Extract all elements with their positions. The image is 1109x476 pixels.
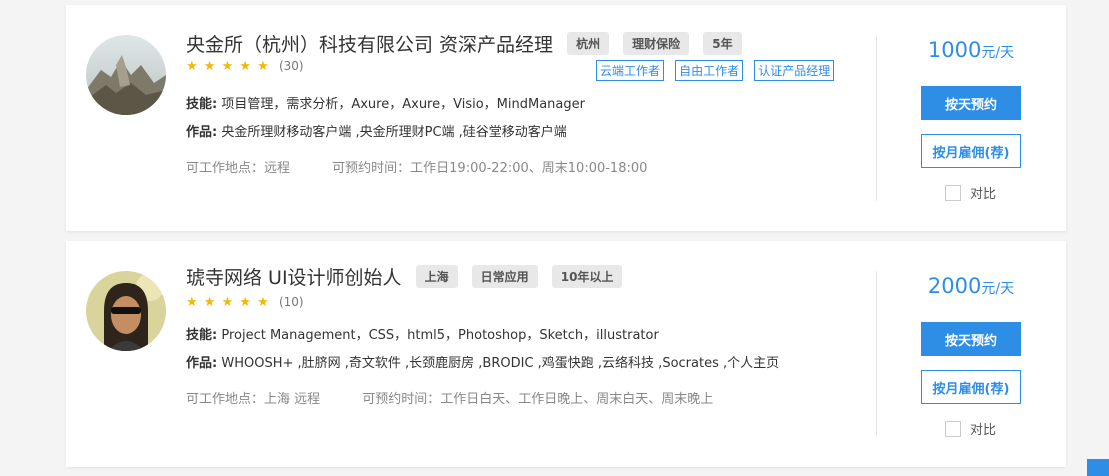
rating-stars-icon: ★ ★ ★ ★ ★ [186, 295, 270, 310]
works-label: 作品: [186, 356, 218, 371]
checkbox-icon[interactable] [945, 184, 961, 201]
work-location: 可工作地点：上海 远程 [186, 392, 321, 407]
industry-tag: 理财保险 [623, 32, 690, 55]
skills-text: Project Management，CSS，html5，Photoshop，S… [221, 328, 659, 343]
price: 2000元/天 [921, 274, 1021, 298]
divider [876, 35, 877, 201]
works-text: WHOOSH+ ,肚脐网 ,奇文软件 ,长颈鹿厨房 ,BRODIC ,鸡蛋快跑 … [221, 356, 780, 371]
book-by-day-button[interactable]: 按天预约 [921, 322, 1021, 356]
compare-label[interactable]: 对比 [970, 419, 996, 438]
avatar[interactable] [86, 35, 166, 115]
rating-count: (10) [278, 295, 304, 309]
works-line: 作品: 央金所理财移动客户端 ,央金所理财PC端 ,硅谷堂移动客户端 [186, 121, 567, 140]
freelancer-title-text[interactable]: 央金所（杭州）科技有限公司 资深产品经理 [186, 34, 553, 56]
price-value: 1000 [927, 38, 982, 62]
compare-checkbox[interactable]: 对比 [945, 419, 996, 438]
available-time: 可预约时间：工作日白天、工作日晚上、周末白天、周末晚上 [362, 392, 714, 407]
divider [876, 271, 877, 437]
freelancer-title[interactable]: 央金所（杭州）科技有限公司 资深产品经理 杭州 理财保险 5年 [186, 30, 742, 57]
hire-by-month-button[interactable]: 按月雇佣(荐) [921, 370, 1021, 404]
badge-cloud-worker: 云端工作者 [596, 60, 665, 81]
hire-by-month-button[interactable]: 按月雇佣(荐) [921, 134, 1021, 168]
price-unit: 元/天 [981, 281, 1015, 297]
works-label: 作品: [186, 125, 218, 140]
price: 1000元/天 [921, 38, 1021, 62]
skills-label: 技能: [186, 97, 218, 112]
badge-certified-pm: 认证产品经理 [754, 60, 835, 81]
price-unit: 元/天 [981, 45, 1015, 61]
skills-line: 技能: 项目管理，需求分析，Axure，Axure，Visio，MindMana… [186, 93, 585, 112]
work-location: 可工作地点：远程 [186, 161, 291, 176]
skills-label: 技能: [186, 328, 218, 343]
industry-tag: 日常应用 [471, 265, 538, 288]
rating: ★ ★ ★ ★ ★ (30) [186, 59, 304, 74]
skills-line: 技能: Project Management，CSS，html5，Photosh… [186, 324, 659, 343]
checkbox-icon[interactable] [945, 420, 961, 437]
book-by-day-button[interactable]: 按天预约 [921, 86, 1021, 120]
experience-tag: 10年以上 [551, 265, 623, 288]
meta-line: 可工作地点：远程 可预约时间：工作日19:00-22:00、周末10:00-18… [186, 157, 647, 176]
rating-count: (30) [278, 59, 304, 73]
works-text: 央金所理财移动客户端 ,央金所理财PC端 ,硅谷堂移动客户端 [221, 125, 567, 140]
compare-label[interactable]: 对比 [970, 183, 996, 202]
freelancer-title-text[interactable]: 琥寺网络 UI设计师创始人 [186, 267, 402, 289]
skills-text: 项目管理，需求分析，Axure，Axure，Visio，MindManager [221, 97, 585, 112]
rating: ★ ★ ★ ★ ★ (10) [186, 295, 304, 310]
city-tag: 杭州 [567, 32, 610, 55]
freelancer-title[interactable]: 琥寺网络 UI设计师创始人 上海 日常应用 10年以上 [186, 263, 623, 290]
scroll-to-top-button[interactable] [1087, 459, 1109, 476]
compare-checkbox[interactable]: 对比 [945, 183, 996, 202]
price-value: 2000 [927, 274, 982, 298]
rating-stars-icon: ★ ★ ★ ★ ★ [186, 59, 270, 74]
badge-freelancer: 自由工作者 [675, 60, 744, 81]
freelancer-card: 琥寺网络 UI设计师创始人 上海 日常应用 10年以上 ★ ★ ★ ★ ★ (1… [66, 241, 1066, 467]
avatar[interactable] [86, 271, 166, 351]
badge-list: 云端工作者 自由工作者 认证产品经理 [596, 60, 840, 81]
city-tag: 上海 [415, 265, 458, 288]
experience-tag: 5年 [703, 32, 742, 55]
works-line: 作品: WHOOSH+ ,肚脐网 ,奇文软件 ,长颈鹿厨房 ,BRODIC ,鸡… [186, 352, 779, 371]
available-time: 可预约时间：工作日19:00-22:00、周末10:00-18:00 [332, 161, 648, 176]
meta-line: 可工作地点：上海 远程 可预约时间：工作日白天、工作日晚上、周末白天、周末晚上 [186, 388, 713, 407]
freelancer-card: 央金所（杭州）科技有限公司 资深产品经理 杭州 理财保险 5年 ★ ★ ★ ★ … [66, 5, 1066, 231]
